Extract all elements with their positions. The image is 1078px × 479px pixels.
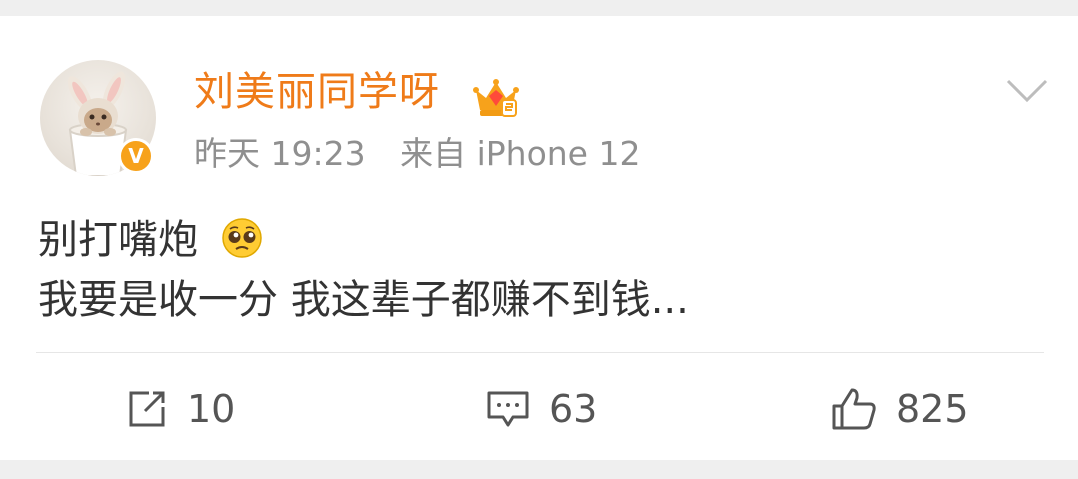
like-button[interactable]: 825 bbox=[830, 384, 969, 434]
comment-button[interactable]: 63 bbox=[485, 384, 597, 434]
post-text: 别打嘴炮 我要是收一分 我这辈子都赚不到钱... bbox=[38, 210, 689, 330]
post-text-line-1: 别打嘴炮 bbox=[38, 210, 689, 270]
username[interactable]: 刘美丽同学呀 bbox=[194, 68, 440, 116]
crown-member-icon[interactable] bbox=[472, 76, 520, 120]
post-text-line-1-content: 别打嘴炮 bbox=[38, 217, 198, 263]
divider bbox=[36, 352, 1044, 353]
post-text-line-2: 我要是收一分 我这辈子都赚不到钱... bbox=[38, 277, 689, 323]
post-card: V 刘美丽同学呀 昨天 19:23 来自 iPhone 12 别打嘴炮 我要是收… bbox=[0, 16, 1078, 460]
comment-icon bbox=[487, 391, 529, 427]
share-button[interactable]: 10 bbox=[125, 384, 235, 434]
pleading-face-icon bbox=[221, 218, 262, 258]
share-count: 10 bbox=[187, 387, 236, 431]
verified-v-icon: V bbox=[118, 138, 154, 174]
post-meta: 昨天 19:23 来自 iPhone 12 bbox=[194, 134, 664, 174]
post-time: 昨天 19:23 bbox=[194, 134, 366, 173]
thumbs-up-icon bbox=[832, 388, 876, 430]
share-icon bbox=[129, 391, 165, 427]
comment-count: 63 bbox=[549, 387, 598, 431]
chevron-down-icon[interactable] bbox=[1002, 71, 1052, 111]
post-source: 来自 iPhone 12 bbox=[400, 134, 641, 173]
like-count: 825 bbox=[896, 387, 969, 431]
